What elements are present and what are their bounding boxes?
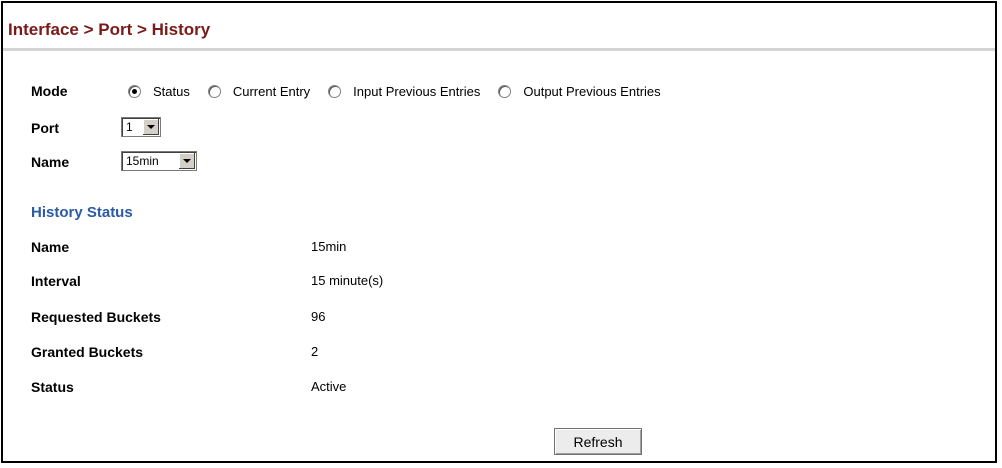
status-value: 2	[311, 344, 319, 359]
chevron-down-icon	[147, 125, 155, 129]
mode-option-label: Output Previous Entries	[523, 84, 661, 99]
port-dropdown-button[interactable]	[142, 119, 159, 135]
panel: Interface > Port > History Mode Status C…	[1, 1, 997, 463]
mode-row: Mode	[31, 83, 68, 99]
radio-output-previous-entries[interactable]	[498, 85, 512, 98]
port-select-value: 1	[126, 120, 133, 134]
mode-option-current-entry[interactable]: Current Entry	[207, 84, 311, 99]
status-key: Granted Buckets	[31, 344, 144, 360]
name-dropdown-button[interactable]	[178, 153, 195, 169]
mode-option-status[interactable]: Status	[128, 84, 190, 99]
status-value: 15 minute(s)	[311, 273, 384, 288]
status-key: Interval	[31, 273, 81, 289]
mode-option-output-previous-entries[interactable]: Output Previous Entries	[498, 84, 661, 99]
breadcrumb: Interface > Port > History	[8, 20, 211, 39]
radio-status[interactable]	[128, 85, 141, 98]
refresh-button[interactable]: Refresh	[554, 428, 642, 455]
port-select[interactable]: 1	[121, 117, 161, 137]
mode-option-input-previous-entries[interactable]: Input Previous Entries	[328, 84, 480, 99]
name-row: Name	[31, 154, 69, 170]
radio-input-previous-entries[interactable]	[328, 85, 342, 98]
mode-option-label: Status	[153, 84, 190, 99]
status-value: 96	[311, 309, 326, 324]
name-select-value: 15min	[126, 154, 159, 168]
status-value: 15min	[311, 239, 347, 254]
name-label: Name	[31, 154, 70, 170]
section-title: History Status	[31, 204, 133, 221]
status-key: Status	[31, 379, 74, 395]
port-row: Port	[31, 120, 59, 136]
status-value: Active	[311, 379, 347, 394]
chevron-down-icon	[183, 159, 191, 163]
mode-option-label: Current Entry	[232, 84, 311, 99]
status-key: Name	[31, 239, 70, 255]
title-bar: Interface > Port > History	[3, 3, 995, 51]
mode-label: Mode	[31, 83, 68, 99]
name-select[interactable]: 15min	[121, 151, 197, 171]
mode-radio-group: Status Current Entry Input Previous Entr…	[128, 84, 679, 99]
mode-option-label: Input Previous Entries	[353, 84, 481, 99]
status-key: Requested Buckets	[31, 309, 161, 325]
radio-current-entry[interactable]	[207, 85, 221, 98]
port-label: Port	[31, 120, 59, 136]
